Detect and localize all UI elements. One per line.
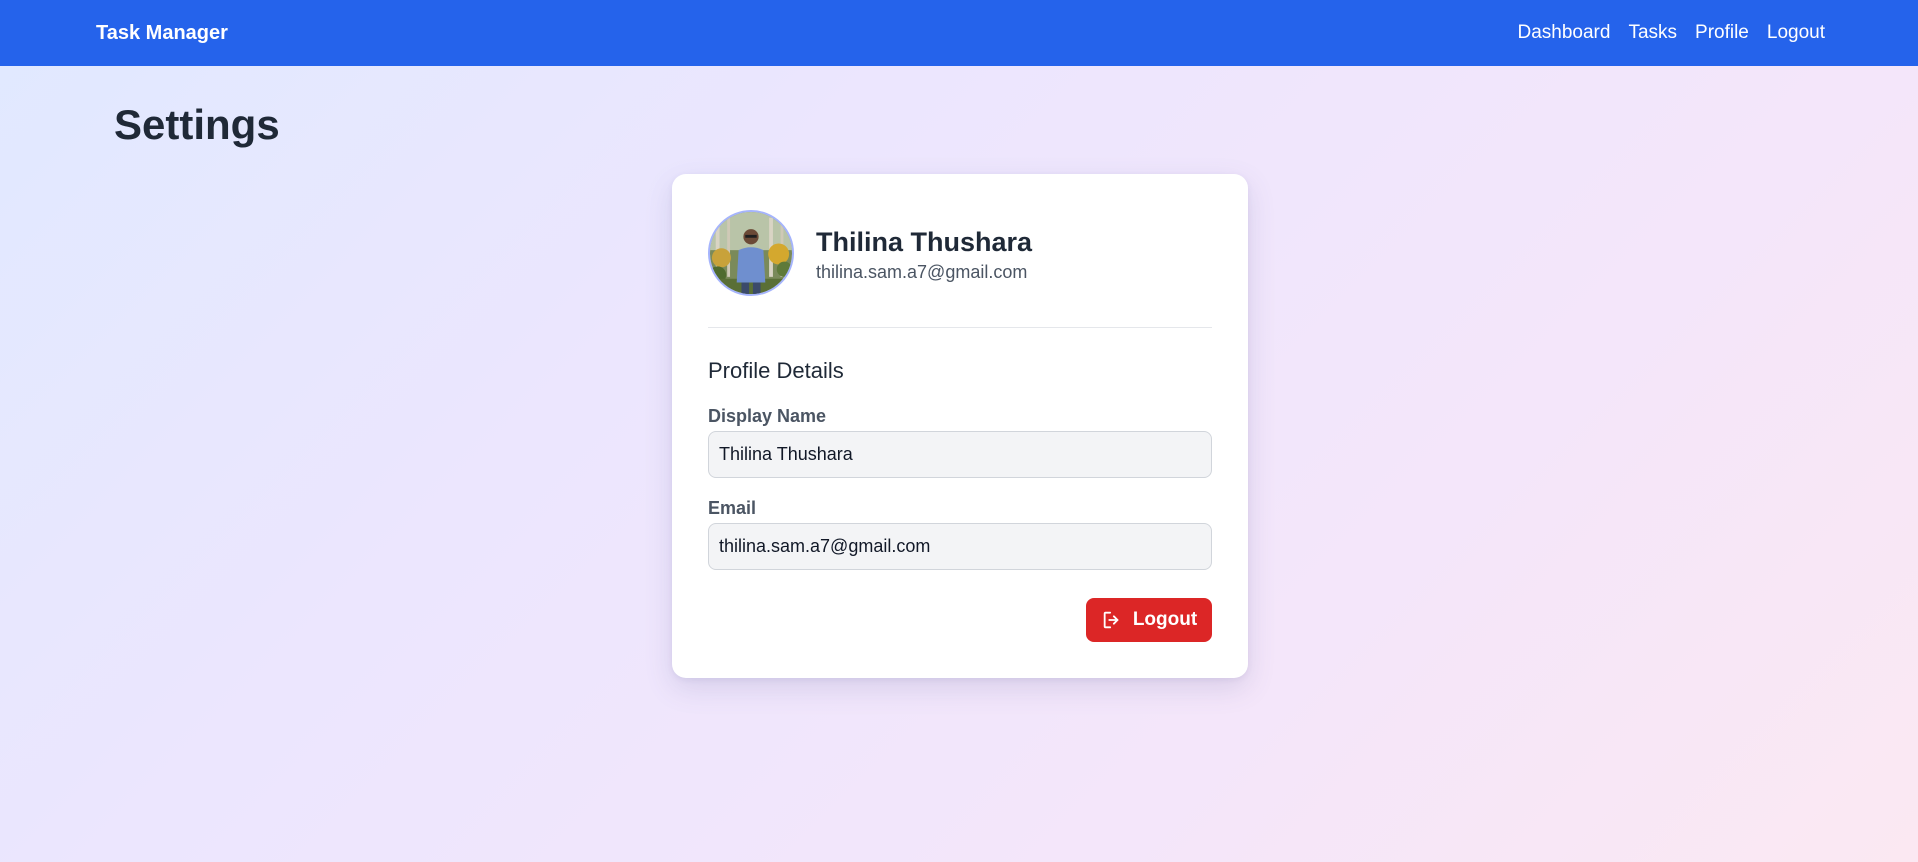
nav-link-tasks[interactable]: Tasks	[1628, 22, 1677, 44]
section-title: Profile Details	[708, 358, 844, 383]
logout-icon	[1101, 609, 1123, 631]
logout-button-label: Logout	[1132, 609, 1198, 630]
brand-link[interactable]: Task Manager	[96, 0, 228, 66]
email-field[interactable]	[708, 523, 1212, 570]
logout-button[interactable]: Logout	[1086, 598, 1212, 642]
email-label: Email	[708, 498, 757, 518]
avatar	[708, 210, 794, 296]
nav-link-profile[interactable]: Profile	[1695, 22, 1749, 44]
user-name: Thilina Thushara	[816, 227, 1033, 257]
user-email: thilina.sam.a7@gmail.com	[816, 262, 1028, 282]
display-name-field[interactable]	[708, 431, 1212, 478]
nav-links: Dashboard Tasks Profile Logout	[1517, 0, 1825, 66]
display-name-label: Display Name	[708, 406, 827, 426]
divider	[708, 327, 1212, 328]
top-navbar: Task Manager Dashboard Tasks Profile Log…	[0, 0, 1918, 66]
nav-link-logout[interactable]: Logout	[1767, 22, 1825, 44]
nav-link-dashboard[interactable]: Dashboard	[1517, 22, 1610, 44]
profile-card: Thilina Thushara thilina.sam.a7@gmail.co…	[672, 174, 1248, 678]
user-photo-icon	[710, 212, 792, 294]
page-title: Settings	[114, 101, 280, 148]
